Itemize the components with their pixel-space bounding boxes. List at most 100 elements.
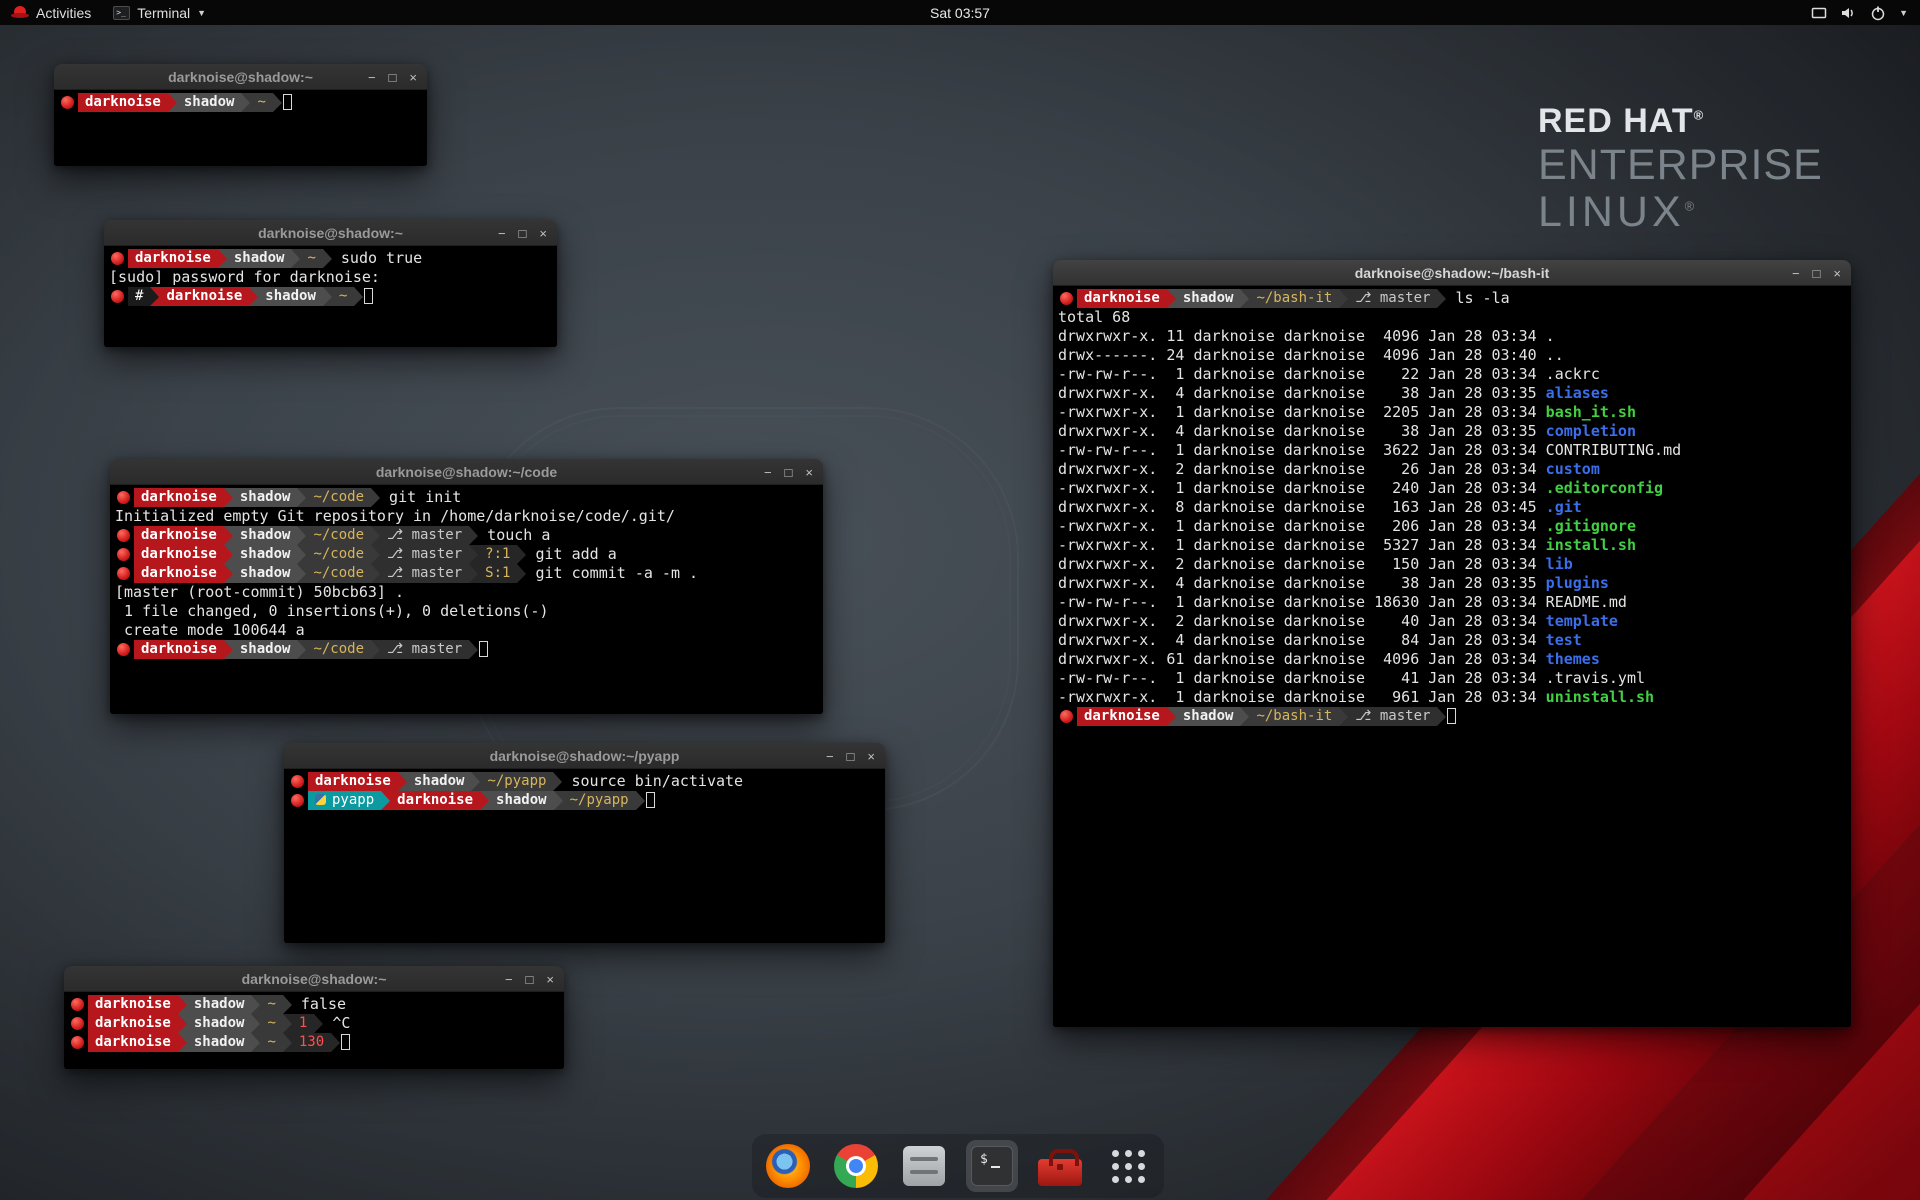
close-button[interactable]: ×	[867, 750, 875, 763]
terminal-window-code[interactable]: darknoise@shadow:~/code − □ × darknoises…	[110, 459, 823, 714]
powerline-separator-icon	[331, 1033, 340, 1052]
minimize-button[interactable]: −	[826, 750, 834, 763]
prompt-segment-host: shadow	[187, 1014, 252, 1033]
terminal-content[interactable]: darknoiseshadow~/pyapp source bin/activa…	[284, 769, 885, 943]
prompt-segment-user: darknoise	[308, 772, 398, 791]
prompt-segment-user: darknoise	[134, 526, 224, 545]
app-grid-icon	[1110, 1148, 1146, 1184]
window-titlebar[interactable]: darknoise@shadow:~ − □ ×	[104, 220, 557, 246]
terminal-window-pyapp[interactable]: darknoise@shadow:~/pyapp − □ × darknoise…	[284, 743, 885, 943]
terminal-text: [master (root-commit) 50bcb63] .	[115, 583, 404, 601]
close-button[interactable]: ×	[1833, 267, 1841, 280]
maximize-button[interactable]: □	[519, 227, 527, 240]
terminal-content[interactable]: darknoiseshadow~	[54, 90, 427, 166]
terminal-content[interactable]: darknoiseshadow~/bash-it⎇ master ls -lat…	[1053, 286, 1851, 1027]
terminal-text: -rw-rw-r--. 1 darknoise darknoise 3622 J…	[1058, 441, 1546, 459]
window-titlebar[interactable]: darknoise@shadow:~ − □ ×	[54, 64, 427, 90]
power-icon	[1870, 5, 1886, 21]
dock-item-show-applications[interactable]	[1102, 1140, 1154, 1192]
branding-text: ENTERPRISE	[1538, 141, 1823, 189]
terminal-line: darknoiseshadow~/code⎇ master touch a	[115, 526, 818, 545]
prompt-segment-host: shadow	[227, 249, 292, 268]
prompt-segment-user: darknoise	[134, 545, 224, 564]
files-icon	[903, 1146, 945, 1186]
powerline-separator-icon	[249, 287, 258, 306]
redhat-prompt-icon	[61, 96, 74, 109]
powerline-separator-icon	[297, 640, 306, 659]
prompt-segment-git-branch: ⎇ master	[1348, 289, 1437, 308]
dock-item-chrome[interactable]	[830, 1140, 882, 1192]
dock-item-terminal[interactable]	[966, 1140, 1018, 1192]
python-icon	[315, 794, 326, 805]
prompt-segment-path: ~/bash-it	[1249, 289, 1339, 308]
terminal-text: drwx------. 24 darknoise darknoise 4096 …	[1058, 346, 1546, 364]
terminal-window-home-1[interactable]: darknoise@shadow:~ − □ × darknoiseshadow…	[54, 64, 427, 166]
terminal-window-bash-it[interactable]: darknoise@shadow:~/bash-it − □ × darknoi…	[1053, 260, 1851, 1027]
terminal-content[interactable]: darknoiseshadow~/code git initInitialize…	[110, 485, 823, 714]
terminal-app-icon	[113, 6, 130, 20]
terminal-text: git add a	[526, 545, 616, 563]
maximize-button[interactable]: □	[847, 750, 855, 763]
close-button[interactable]: ×	[805, 466, 813, 479]
maximize-button[interactable]: □	[526, 973, 534, 986]
close-button[interactable]: ×	[539, 227, 547, 240]
close-button[interactable]: ×	[409, 71, 417, 84]
powerline-separator-icon	[251, 995, 260, 1014]
system-status-area[interactable]: ▼	[1811, 0, 1920, 25]
prompt-segment-path: ~/code	[306, 640, 371, 659]
terminal-line: drwxrwxr-x. 2 darknoise darknoise 40 Jan…	[1058, 612, 1846, 631]
powerline-separator-icon	[354, 287, 363, 306]
terminal-window-home-2[interactable]: darknoise@shadow:~ − □ × darknoiseshadow…	[64, 966, 564, 1069]
terminal-text: uninstall.sh	[1546, 688, 1654, 706]
terminal-content[interactable]: darknoiseshadow~ sudo true[sudo] passwor…	[104, 246, 557, 347]
powerline-separator-icon	[283, 995, 292, 1014]
prompt-segment-git-status: S:1	[478, 564, 517, 583]
maximize-button[interactable]: □	[389, 71, 397, 84]
close-button[interactable]: ×	[546, 973, 554, 986]
redhat-prompt-icon	[71, 1017, 84, 1030]
maximize-button[interactable]: □	[785, 466, 793, 479]
terminal-text: git init	[380, 488, 461, 506]
terminal-line: darknoiseshadow~/bash-it⎇ master	[1058, 707, 1846, 726]
activities-button[interactable]: Activities	[0, 0, 102, 25]
powerline-separator-icon	[1240, 707, 1249, 726]
terminal-text: drwxrwxr-x. 61 darknoise darknoise 4096 …	[1058, 650, 1546, 668]
dock-item-files[interactable]	[898, 1140, 950, 1192]
minimize-button[interactable]: −	[368, 71, 376, 84]
prompt-segment-user: darknoise	[78, 93, 168, 112]
powerline-separator-icon	[297, 488, 306, 507]
terminal-icon	[971, 1146, 1013, 1186]
terminal-window-sudo[interactable]: darknoise@shadow:~ − □ × darknoiseshadow…	[104, 220, 557, 347]
powerline-separator-icon	[469, 564, 478, 583]
window-titlebar[interactable]: darknoise@shadow:~/pyapp − □ ×	[284, 743, 885, 769]
top-bar: Activities Terminal ▼ Sat 03:57 ▼	[0, 0, 1920, 25]
minimize-button[interactable]: −	[505, 973, 513, 986]
clock[interactable]: Sat 03:57	[930, 5, 990, 21]
powerline-separator-icon	[291, 249, 300, 268]
terminal-text: sudo true	[332, 249, 422, 267]
terminal-line: darknoiseshadow~/code⎇ master	[115, 640, 818, 659]
minimize-button[interactable]: −	[498, 227, 506, 240]
terminal-content[interactable]: darknoiseshadow~ falsedarknoiseshadow~1 …	[64, 992, 564, 1069]
minimize-button[interactable]: −	[764, 466, 772, 479]
powerline-separator-icon	[178, 1014, 187, 1033]
terminal-text: ls -la	[1446, 289, 1509, 307]
maximize-button[interactable]: □	[1813, 267, 1821, 280]
dock-item-toolbox[interactable]	[1034, 1140, 1086, 1192]
terminal-line: drwxrwxr-x. 4 darknoise darknoise 38 Jan…	[1058, 384, 1846, 403]
dock-item-firefox[interactable]	[762, 1140, 814, 1192]
terminal-line: darknoiseshadow~/code git init	[115, 488, 818, 507]
terminal-line: darknoiseshadow~/code⎇ masterS:1 git com…	[115, 564, 818, 583]
prompt-segment-user: darknoise	[134, 488, 224, 507]
window-titlebar[interactable]: darknoise@shadow:~/bash-it − □ ×	[1053, 260, 1851, 286]
terminal-text: -rwxrwxr-x. 1 darknoise darknoise 2205 J…	[1058, 403, 1546, 421]
app-menu-terminal[interactable]: Terminal ▼	[102, 0, 217, 25]
window-titlebar[interactable]: darknoise@shadow:~ − □ ×	[64, 966, 564, 992]
terminal-line: drwx------. 24 darknoise darknoise 4096 …	[1058, 346, 1846, 365]
powerline-separator-icon	[469, 526, 478, 545]
window-titlebar[interactable]: darknoise@shadow:~/code − □ ×	[110, 459, 823, 485]
minimize-button[interactable]: −	[1792, 267, 1800, 280]
toolbox-icon	[1038, 1159, 1082, 1186]
window-controls: − □ ×	[1792, 260, 1841, 286]
redhat-logo-icon	[11, 6, 29, 19]
